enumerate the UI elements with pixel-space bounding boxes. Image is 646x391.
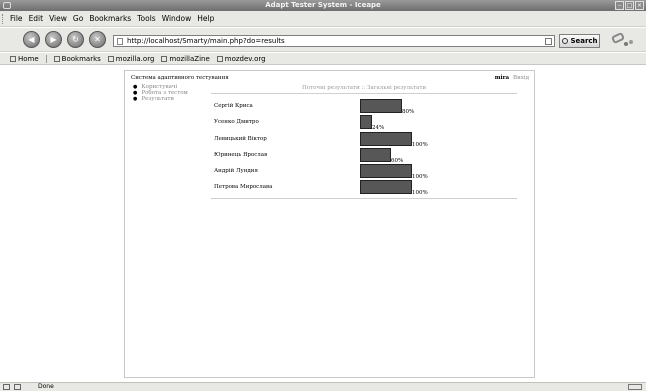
site-title: Система адаптивного тестування: [131, 75, 229, 81]
side-navigation: Користувачі Робота з тестом Результати: [133, 84, 188, 102]
student-name: Юринець Ярослав: [214, 151, 268, 158]
score-percent: 100%: [412, 141, 428, 148]
score-percent: 24%: [372, 125, 385, 132]
connection-icon: [14, 384, 21, 390]
bookmark-icon: [161, 56, 168, 62]
score-bar: [360, 131, 412, 146]
menu-edit[interactable]: Edit: [29, 14, 44, 23]
results-page: Система адаптивного тестування mira Вихі…: [124, 70, 535, 378]
browser-content: Система адаптивного тестування mira Вихі…: [0, 66, 646, 382]
bookmark-bookmarks[interactable]: Bookmarks: [53, 55, 101, 63]
student-name: Усенко Дмитро: [214, 119, 259, 126]
result-row: Петрова Мирослава 100%: [211, 180, 517, 196]
menu-go[interactable]: Go: [73, 14, 83, 23]
navigation-toolbar: ◀ ▶ ↻ ✕ http://localhost/Smarty/main.php…: [0, 28, 646, 52]
results-list: Сергій Криса 80% Усенко Дмитро 24% Левицький…: [211, 99, 517, 199]
menu-bookmarks[interactable]: Bookmarks: [89, 14, 131, 23]
score-percent: 60%: [391, 157, 404, 164]
bookmark-mozilla-org[interactable]: mozilla.org: [107, 55, 154, 63]
menu-help[interactable]: Help: [197, 14, 214, 23]
result-row: Сергій Криса 80%: [211, 99, 517, 115]
score-bar: [360, 99, 402, 113]
forward-icon[interactable]: ▶: [45, 31, 62, 48]
student-name: Андрій Лундия: [214, 168, 258, 175]
username: mira: [494, 75, 510, 81]
reload-icon[interactable]: ↻: [67, 31, 84, 48]
score-percent: 80%: [402, 109, 415, 115]
offline-icon[interactable]: [3, 384, 10, 390]
menu-view[interactable]: View: [49, 14, 67, 23]
student-name: Петрова Мирослава: [214, 184, 273, 191]
url-input[interactable]: http://localhost/Smarty/main.php?do=resu…: [113, 35, 555, 47]
window-titlebar: Adapt Tester System - Iceape – □ ×: [0, 0, 646, 11]
nav-results[interactable]: Результати: [133, 96, 188, 102]
bookmarks-folder-icon: [53, 56, 60, 62]
score-bar: [360, 147, 391, 162]
close-icon[interactable]: ×: [635, 1, 644, 10]
result-row: Юринець Ярослав 60%: [211, 147, 517, 164]
throbber-icon[interactable]: [610, 31, 633, 48]
bookmark-icon: [216, 56, 223, 62]
student-name: Сергій Криса: [214, 103, 253, 109]
stop-icon[interactable]: ✕: [89, 31, 106, 48]
bookmarks-toolbar: Home Bookmarks mozilla.org mozillaZine m…: [0, 53, 646, 65]
menu-bar: File Edit View Go Bookmarks Tools Window…: [0, 11, 646, 27]
status-bar: Done: [0, 382, 646, 391]
window-title: Adapt Tester System - Iceape: [265, 1, 381, 9]
url-text: http://localhost/Smarty/main.php?do=resu…: [127, 37, 285, 45]
search-icon: [562, 38, 568, 44]
search-label: Search: [570, 37, 598, 45]
divider: [211, 198, 517, 199]
minimize-icon[interactable]: –: [615, 1, 624, 10]
bookmark-mozillazine[interactable]: mozillaZine: [161, 55, 210, 63]
page-icon: [117, 38, 123, 45]
window-controls: – □ ×: [615, 1, 644, 10]
result-row: Усенко Дмитро 24%: [211, 115, 517, 131]
status-text: Done: [38, 383, 54, 390]
toolbar-separator: [45, 55, 47, 63]
security-icon: [628, 384, 642, 390]
menu-file[interactable]: File: [10, 14, 23, 23]
user-box: mira Вихід: [495, 75, 529, 81]
student-name: Левицький Віктор: [214, 135, 267, 142]
score-percent: 100%: [412, 190, 428, 197]
back-icon[interactable]: ◀: [23, 31, 40, 48]
score-percent: 100%: [412, 174, 428, 181]
maximize-icon[interactable]: □: [625, 1, 634, 10]
results-tabs[interactable]: Поточні результати :: Загальні результат…: [211, 85, 517, 94]
logout-link[interactable]: Вихід: [513, 75, 529, 81]
home-icon: [10, 56, 16, 62]
score-bar: [360, 180, 412, 195]
score-bar: [360, 164, 412, 179]
bookmark-icon: [107, 56, 114, 62]
feed-icon[interactable]: [545, 38, 552, 45]
result-row: Андрій Лундия 100%: [211, 164, 517, 180]
menu-tools[interactable]: Tools: [137, 14, 155, 23]
bookmark-mozdev[interactable]: mozdev.org: [216, 55, 266, 63]
search-button[interactable]: Search: [559, 34, 600, 48]
score-bar: [360, 115, 372, 130]
bookmark-home[interactable]: Home: [10, 55, 39, 63]
menu-window[interactable]: Window: [162, 14, 192, 23]
result-row: Левицький Віктор 100%: [211, 131, 517, 148]
toolbar-grip[interactable]: [2, 14, 5, 24]
